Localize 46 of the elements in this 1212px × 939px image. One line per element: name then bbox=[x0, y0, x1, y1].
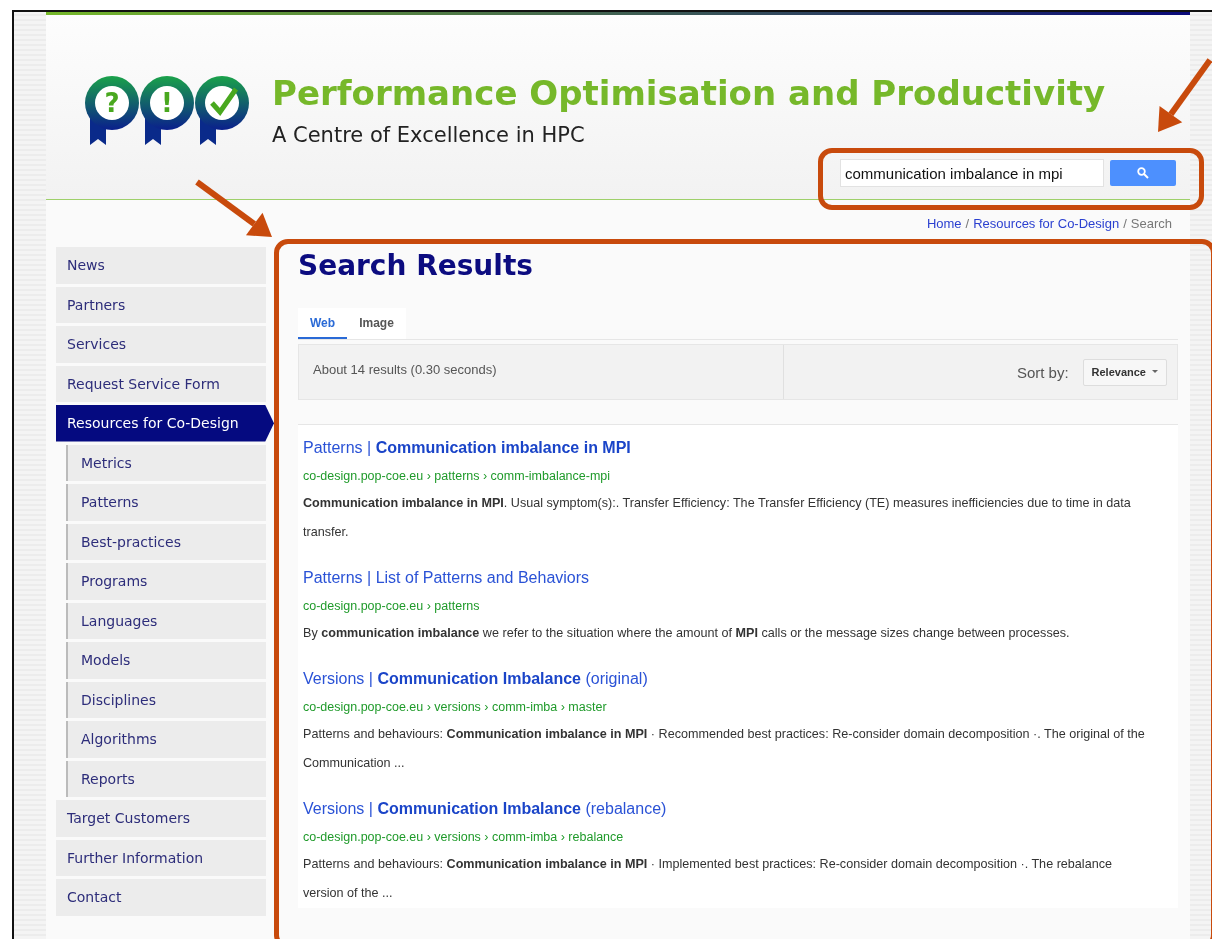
site-title: Performance Optimisation and Productivity bbox=[272, 73, 1106, 113]
sort-dropdown[interactable]: Relevance bbox=[1082, 358, 1167, 386]
breadcrumb-link[interactable]: Home bbox=[926, 216, 962, 228]
caret-icon bbox=[1152, 370, 1158, 374]
page-title: Search Results bbox=[298, 249, 534, 282]
result-title-link[interactable]: Versions | Communication Imbalance (rebalance) bbox=[303, 800, 667, 817]
search-icon bbox=[1137, 167, 1149, 179]
result-url: co-design.pop-coe.eu › patterns › comm-imbalance-mpi bbox=[303, 468, 612, 485]
sidebar-item[interactable]: Algorithms bbox=[66, 721, 266, 758]
search-button[interactable] bbox=[1110, 160, 1176, 186]
result-snippet: Patterns and behaviours: Communication imbalance in MPI · Implemented best practices: Re-consider domain decomposition ·. The rebalance version of the ... bbox=[303, 856, 1113, 902]
sidebar-item[interactable]: Target Customers bbox=[56, 800, 266, 837]
sidebar-item[interactable]: Request Service Form bbox=[56, 365, 266, 402]
result-title-link[interactable]: Versions | Communication Imbalance (original) bbox=[303, 670, 648, 687]
site-subtitle: A Centre of Excellence in HPC bbox=[272, 123, 586, 147]
sidebar-item[interactable]: Services bbox=[56, 326, 266, 363]
result-title-link[interactable]: Patterns | Communication imbalance in MPI bbox=[303, 439, 631, 456]
current-page-label: Search bbox=[1130, 216, 1172, 228]
sidebar-item[interactable]: News bbox=[56, 247, 266, 284]
sidebar-item[interactable]: Best-practices bbox=[66, 523, 266, 560]
sidebar-item[interactable]: Disciplines bbox=[66, 681, 266, 718]
search-field[interactable]: communication imbalance in mpi bbox=[840, 159, 1104, 187]
sidebar-item[interactable]: Contact bbox=[56, 879, 266, 916]
sort-label: Sort by: bbox=[1016, 363, 1069, 381]
result-url: co-design.pop-coe.eu › versions › comm-imba › rebalance bbox=[303, 829, 625, 846]
result-url: co-design.pop-coe.eu › patterns bbox=[303, 598, 481, 615]
sidebar-item[interactable]: Models bbox=[66, 642, 266, 679]
sidebar-item[interactable]: Programs bbox=[66, 563, 266, 600]
result-snippet: Patterns and behaviours: Communication imbalance in MPI · Recommended best practices: Re-consider domain decomposition ·. The original of the Communication ... bbox=[303, 726, 1146, 772]
sidebar-item[interactable]: Patterns bbox=[66, 484, 266, 521]
results-count: About 14 results (0.30 seconds) bbox=[313, 362, 497, 377]
sidebar-item[interactable]: Languages bbox=[66, 602, 266, 639]
result-url: co-design.pop-coe.eu › versions › comm-imba › master bbox=[303, 699, 608, 716]
breadcrumb-separator: / bbox=[965, 216, 970, 228]
sidebar-item[interactable]: Resources for Co-Design bbox=[56, 405, 274, 442]
result-snippet: By communication imbalance we refer to the situation where the amount of MPI calls or the message sizes change between processes. bbox=[303, 625, 1071, 642]
breadcrumb-separator: / bbox=[1123, 216, 1127, 228]
result-snippet: Communication imbalance in MPI. Usual symptom(s):. Transfer Efficiency: The Transfer Efficiency (TE) measures inefficiencies due to time in data transfer. bbox=[303, 495, 1132, 541]
tab[interactable]: Web bbox=[298, 308, 348, 339]
sidebar-item[interactable]: Reports bbox=[66, 760, 266, 797]
result-title-link[interactable]: Patterns | List of Patterns and Behaviors bbox=[303, 569, 590, 586]
logo: ? ! bbox=[82, 67, 252, 149]
sidebar-item[interactable]: Partners bbox=[56, 286, 266, 323]
tab[interactable]: Image bbox=[347, 308, 406, 339]
sidebar-item[interactable]: Further Information bbox=[56, 839, 266, 876]
sidebar-item[interactable]: Metrics bbox=[66, 444, 266, 481]
